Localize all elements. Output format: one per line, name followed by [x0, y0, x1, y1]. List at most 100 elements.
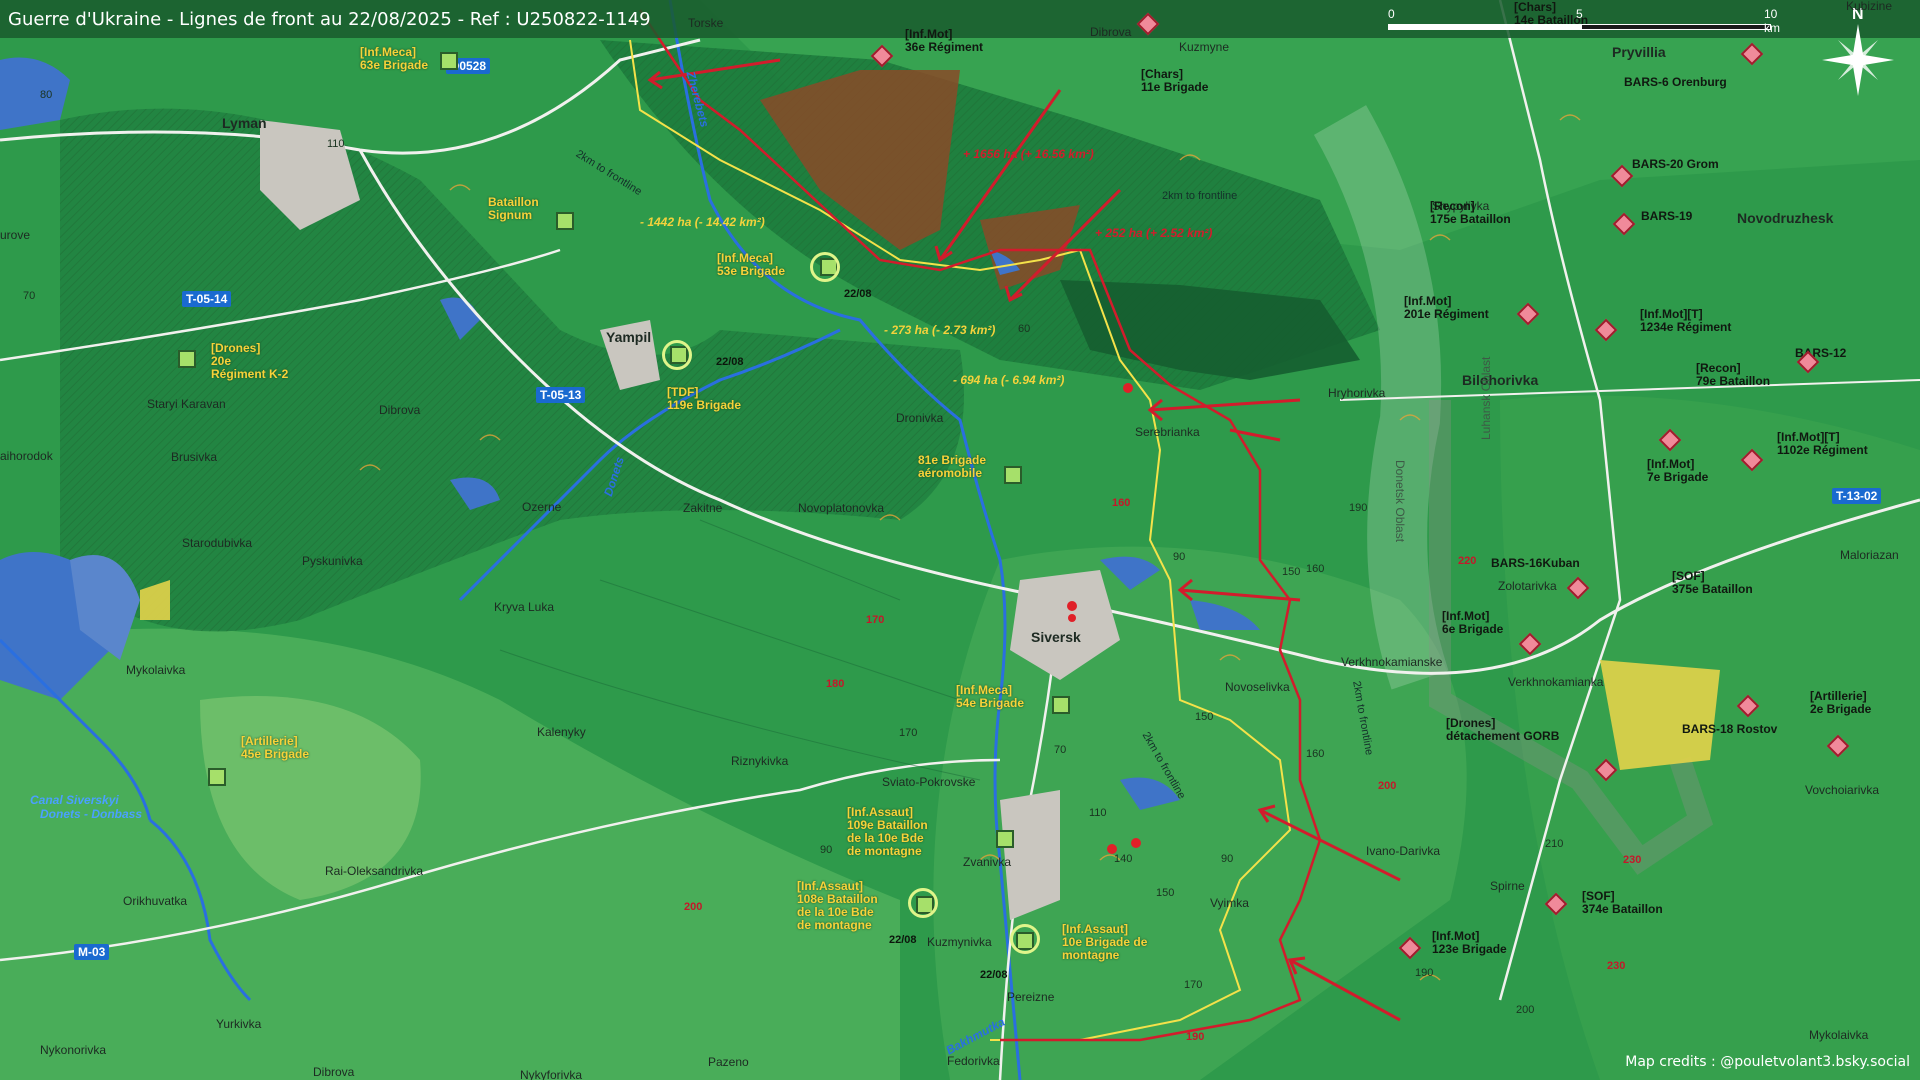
ua-unit-name3: de montagne	[847, 844, 922, 858]
ru-unit-name: 375e Bataillon	[1672, 582, 1753, 596]
town-label: Siversk	[1031, 629, 1081, 645]
town-label: Sviato-Pokrovske	[882, 775, 976, 789]
town-label: Bilohorivka	[1462, 372, 1539, 388]
ru-unit-name: 175e Bataillon	[1430, 212, 1511, 226]
ru-unit-label: [Recon] 175e Bataillon	[1430, 200, 1511, 226]
update-date: 22/08	[716, 356, 744, 368]
road-badge: T-05-13	[536, 387, 586, 403]
ua-unit-label: [Inf.Assaut] 10e Brigade de montagne	[1062, 923, 1147, 962]
ru-unit-label: [Chars] 14e Bataillon	[1514, 1, 1588, 27]
canal-label: Donets - Donbass	[40, 807, 143, 821]
town-label: Novoplatonovka	[798, 501, 885, 515]
elevation-label: 150	[1156, 887, 1175, 899]
town-label: Orikhuvatka	[123, 894, 188, 908]
ua-unit-marker-icon[interactable]	[1052, 696, 1070, 714]
town-label: Ozerne	[522, 500, 562, 514]
town-label: Kalenyky	[537, 725, 586, 739]
ru-unit-name: 79e Bataillon	[1696, 374, 1771, 388]
town-label: Zvanivka	[963, 855, 1012, 869]
ua-unit-name: 45e Brigade	[241, 747, 310, 761]
ua-unit-label: [Inf.Assaut] 108e Bataillon de la 10e Bd…	[797, 880, 878, 932]
map-credits: Map credits : @pouletvolant3.bsky.social	[1625, 1054, 1910, 1070]
road-badge: T-13-02	[1832, 488, 1882, 504]
town-label: Fedorivka	[947, 1054, 1000, 1068]
elevation-label: 220	[1458, 555, 1477, 567]
ru-unit-label: BARS-18 Rostov	[1682, 722, 1778, 736]
town-label: Pyskunivka	[302, 554, 363, 568]
elevation-label: 160	[1306, 563, 1325, 575]
elevation-label: 190	[1415, 967, 1434, 979]
ru-unit-label: [Recon] 79e Bataillon	[1696, 362, 1770, 388]
town-label: Maloriazan	[1840, 548, 1899, 562]
ru-unit-label: BARS-6 Orenburg	[1624, 75, 1727, 89]
elevation-label: 200	[1378, 780, 1397, 792]
town-label: Vyimka	[1210, 896, 1249, 910]
scale-segment-2	[1581, 24, 1771, 30]
ru-unit-label: [SOF] 374e Bataillon	[1582, 890, 1663, 916]
elevation-label: 150	[1195, 711, 1214, 723]
update-date: 22/08	[844, 288, 872, 300]
town-label: Staryi Karavan	[147, 397, 226, 411]
elevation-label: 170	[899, 727, 918, 739]
town-label: Dibrova	[313, 1065, 355, 1079]
town-label: Novodruzhesk	[1737, 210, 1834, 226]
ru-unit-label: [Inf.Mot] 123e Brigade	[1432, 930, 1507, 956]
ua-unit-label: [Inf.Meca] 53e Brigade	[717, 252, 785, 278]
elevation-label: 170	[1184, 979, 1203, 991]
elevation-label: 60	[1018, 323, 1031, 335]
ru-unit-name: détachement GORB	[1446, 729, 1560, 743]
ua-unit-marker-icon[interactable]	[556, 212, 574, 230]
ua-unit-name: 119e Brigade	[667, 398, 742, 412]
town-label: Kubizine	[1846, 0, 1893, 13]
update-date: 22/08	[980, 969, 1008, 981]
ru-unit-name: 6e Brigade	[1442, 622, 1504, 636]
town-label: Hryhorivka	[1328, 386, 1386, 400]
town-label: Dibrova	[1090, 25, 1132, 39]
ua-unit-marker-icon[interactable]	[178, 350, 196, 368]
ua-unit-name: aéromobile	[918, 466, 983, 480]
ru-unit-label: [Inf.Mot] 201e Régiment	[1404, 295, 1489, 321]
ua-unit-marker-icon[interactable]	[996, 830, 1014, 848]
ua-unit-label: [Artillerie] 45e Brigade	[241, 735, 309, 761]
ru-unit-label: [Drones] détachement GORB	[1446, 717, 1559, 743]
map-view[interactable]: Guerre d'Ukraine - Lignes de front au 22…	[0, 0, 1920, 1080]
town-label: Novoselivka	[1225, 680, 1290, 694]
town-label: Riznykivka	[731, 754, 789, 768]
ru-unit-label: [Chars] 11e Brigade	[1141, 68, 1208, 94]
town-label: Rai-Oleksandrivka	[325, 864, 424, 878]
ru-unit-name: 374e Bataillon	[1582, 902, 1663, 916]
road-badge: T-05-14	[182, 291, 232, 307]
town-label: Pereizne	[1007, 990, 1055, 1004]
elevation-label: 90	[1173, 551, 1186, 563]
elevation-label: 110	[327, 138, 345, 150]
elevation-label: 190	[1186, 1031, 1205, 1043]
ua-highlight-ring-icon	[662, 340, 692, 370]
elevation-label: 70	[1054, 744, 1067, 756]
ru-unit-name: 11e Brigade	[1141, 80, 1209, 94]
ua-unit-name: 53e Brigade	[717, 264, 786, 278]
ru-unit-name: 201e Régiment	[1404, 307, 1489, 321]
town-label: Mykolaivka	[1809, 1028, 1869, 1042]
compass-rose-icon: N	[1808, 7, 1908, 110]
ru-unit-label: [Inf.Mot][T] 1102e Régiment	[1777, 431, 1868, 457]
scale-label-10: 10 km	[1764, 7, 1780, 35]
ru-unit-label: BARS-20 Grom	[1632, 157, 1719, 171]
ua-unit-name: 63e Brigade	[360, 58, 429, 72]
elevation-label: 110	[1089, 807, 1107, 819]
town-label: Verkhnokamianske	[1341, 655, 1443, 669]
ua-unit-marker-icon[interactable]	[208, 768, 226, 786]
area-gain-label: + 1656 ha (+ 16.56 km²)	[963, 147, 1094, 161]
town-label: Kuzmynivka	[927, 935, 992, 949]
ru-unit-label: [Artillerie] 2e Brigade	[1810, 690, 1871, 716]
town-label: Nykonorivka	[40, 1043, 107, 1057]
ru-unit-label: [Inf.Mot] 6e Brigade	[1442, 610, 1503, 636]
ru-unit-name: 1234e Régiment	[1640, 320, 1732, 334]
town-label: Vovchoiarivka	[1805, 783, 1880, 797]
elevation-label: 200	[1516, 1004, 1535, 1016]
ua-unit-marker-icon[interactable]	[1004, 466, 1022, 484]
ua-unit-label: [Inf.Assaut] 109e Bataillon de la 10e Bd…	[847, 806, 928, 858]
town-label: Kuzmyne	[1179, 40, 1230, 54]
town-label: Pazeno	[708, 1055, 749, 1069]
town-label: Zolotarivka	[1498, 579, 1557, 593]
ua-unit-marker-icon[interactable]	[440, 52, 458, 70]
